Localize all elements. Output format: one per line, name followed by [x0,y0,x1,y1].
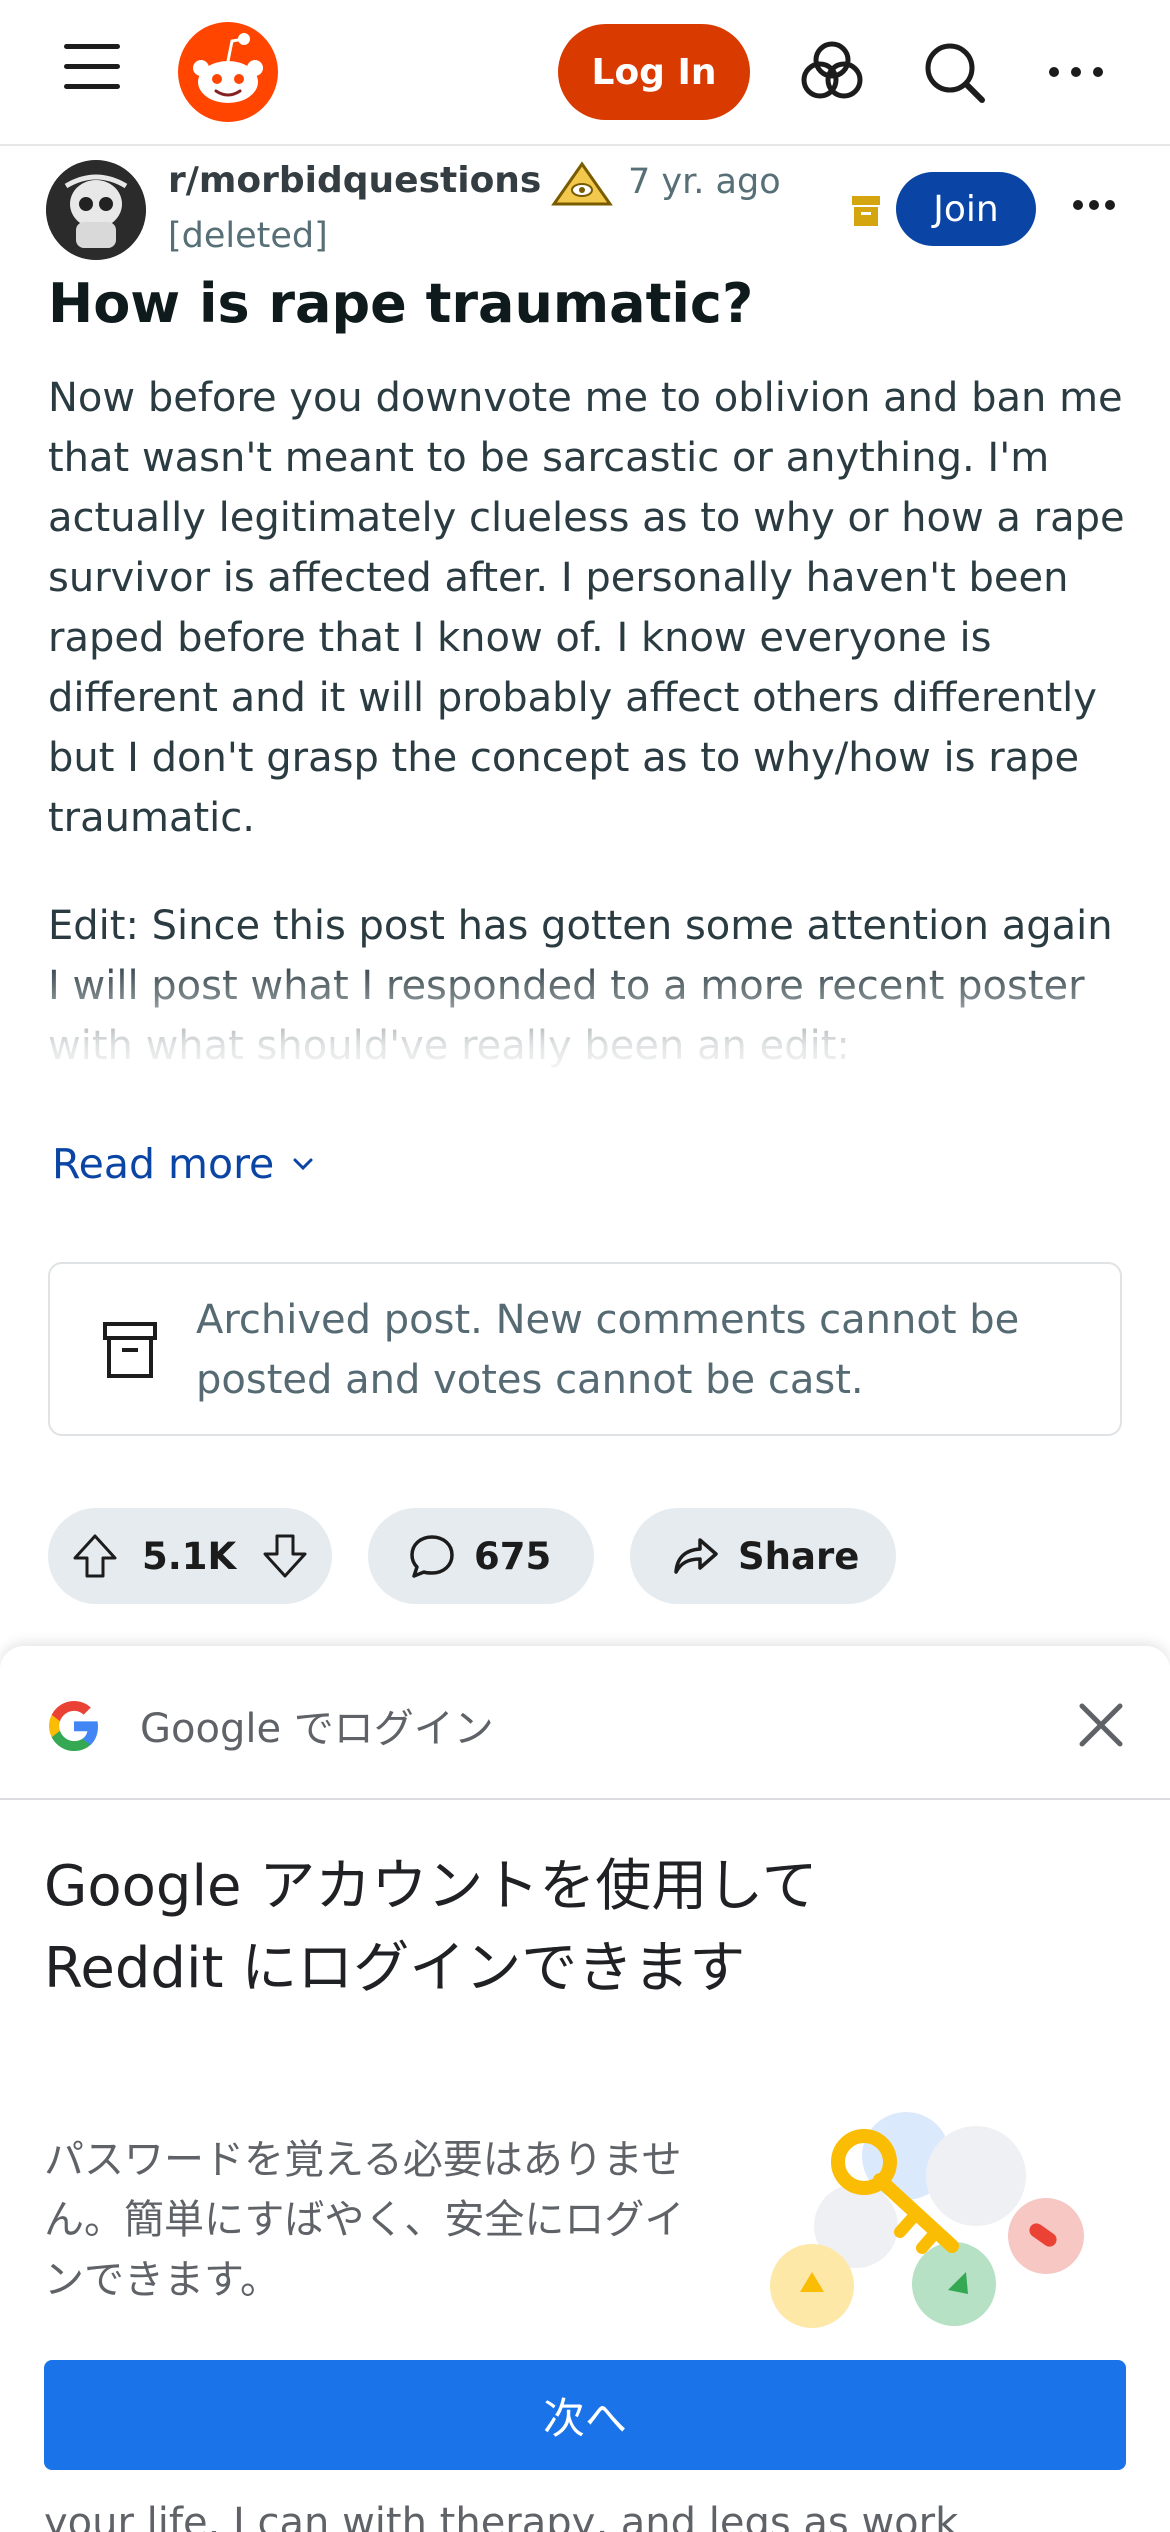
archived-notice-text: Archived post. New comments cannot be po… [196,1297,1020,1403]
advertise-icon[interactable] [796,36,868,108]
archived-notice: Archived post. New comments cannot be po… [48,1262,1122,1436]
google-next-button[interactable]: 次へ [44,2360,1126,2470]
hamburger-menu-icon[interactable] [64,44,124,100]
share-icon [674,1538,718,1574]
top-bar: Log In [0,0,1170,146]
google-signin-sheet: Google でログイン Google アカウントを使用して Reddit にロ… [0,1646,1170,2532]
share-label: Share [738,1534,860,1578]
post-title: How is rape traumatic? [48,272,754,335]
vote-count: 5.1K [142,1534,237,1578]
post-age: 7 yr. ago [628,162,781,202]
upvote-icon[interactable] [70,1531,120,1581]
pyramid-badge-icon [551,161,613,206]
read-more-link[interactable]: Read more [52,1140,314,1188]
google-signin-peek-text: your life. I can with therapy, and legs … [44,2500,959,2532]
comments-button[interactable]: 675 [368,1508,594,1604]
key-illustration-icon [770,2112,1084,2328]
post-author: [deleted] [168,216,328,256]
text-fade-overlay [0,960,1170,1080]
google-logo-icon [49,1701,98,1751]
archived-badge-icon [852,196,880,226]
share-button[interactable]: Share [630,1508,896,1604]
post-paragraph: Now before you downvote me to oblivion a… [48,375,1125,841]
search-icon[interactable] [918,36,990,108]
google-signin-header-title: Google でログイン [140,1706,494,1752]
read-more-label: Read more [52,1140,275,1188]
google-signin-description: パスワードを覚える必要はありません。簡単にすばやく、安全にログインできます。 [44,2137,685,2303]
comment-icon [410,1535,454,1578]
google-signin-title: Google アカウントを使用して Reddit にログインできます [44,1854,818,2001]
post-more-options-icon[interactable] [1072,192,1116,218]
login-button[interactable]: Log In [558,24,750,120]
chevron-down-icon [293,1158,313,1171]
vote-bar: 5.1K [48,1508,332,1604]
subreddit-avatar[interactable] [46,160,146,260]
close-icon[interactable] [1070,1694,1132,1756]
reddit-logo-icon[interactable] [178,22,278,122]
subreddit-name[interactable]: r/morbidquestions [168,160,541,201]
google-signin-header: Google でログイン [0,1646,1170,1800]
downvote-icon[interactable] [260,1531,310,1581]
archive-box-icon [103,1322,157,1378]
more-options-icon[interactable] [1040,36,1112,108]
join-button[interactable]: Join [896,172,1036,246]
comment-count: 675 [474,1534,552,1578]
